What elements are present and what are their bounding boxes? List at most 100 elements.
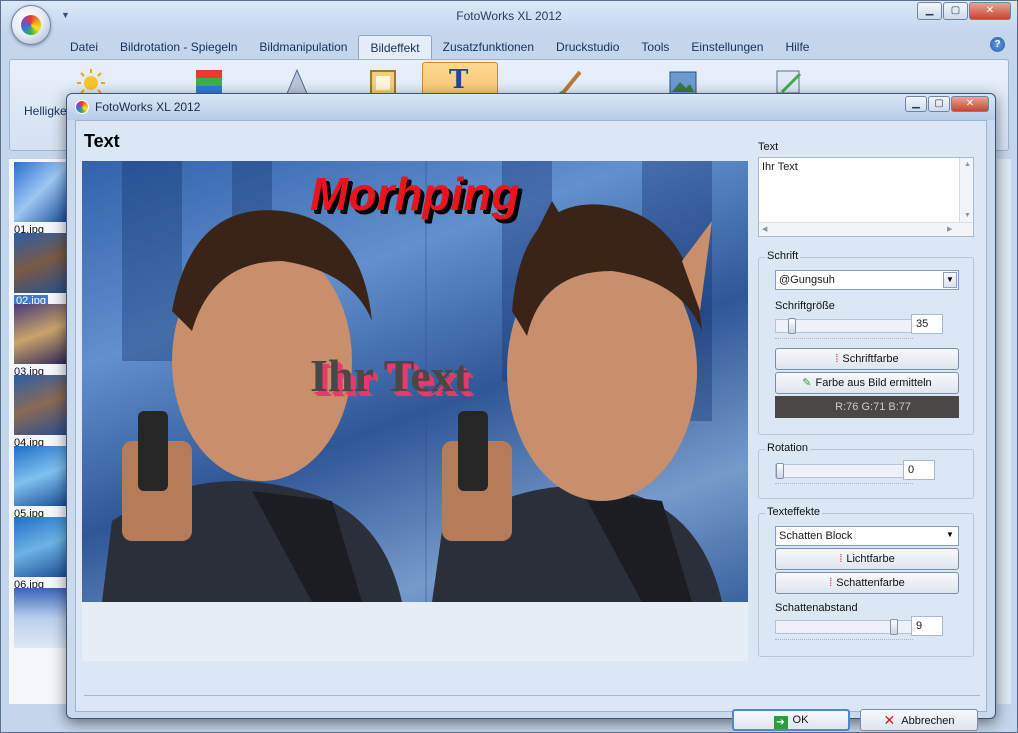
slider-ticks — [775, 483, 913, 487]
dialog-close-icon[interactable]: ✕ — [951, 96, 989, 112]
preview-overlay-text[interactable]: Ihr Text — [310, 349, 469, 402]
font-group: Schrift @Gungsuh ▼ Schriftgröße 35 ⁞ Schr… — [758, 250, 974, 435]
ribbon-brightness-label[interactable]: Helligke — [24, 104, 67, 118]
text-effects-group: Texteffekte Schatten Block ▼ ⁞ Lichtfarbe… — [758, 506, 974, 657]
dialog-body: Text Morhping Ihr Text Text Ihr Text ▲ ▼… — [75, 120, 987, 731]
thumbnail[interactable]: 01.jpg — [12, 162, 68, 236]
thumbnail[interactable]: 02.jpg — [12, 233, 68, 307]
scroll-left-icon[interactable]: ◀ — [762, 225, 767, 233]
slider-handle[interactable] — [890, 619, 898, 635]
pick-color-button-label: Farbe aus Bild ermitteln — [815, 377, 932, 389]
app-logo-icon — [21, 15, 41, 35]
dialog-separator — [84, 695, 980, 696]
shadow-distance-slider[interactable] — [775, 619, 913, 635]
cancel-x-icon: ✕ — [883, 712, 896, 728]
font-select-value: @Gungsuh — [779, 274, 835, 286]
scroll-down-icon[interactable]: ▼ — [964, 212, 971, 219]
thumbnail-image — [14, 304, 66, 364]
slider-handle[interactable] — [788, 318, 796, 334]
thumbnail[interactable]: 03.jpg — [12, 304, 68, 378]
cancel-button-label: Abbrechen — [901, 715, 955, 727]
thumbnail[interactable] — [12, 588, 68, 656]
slider-handle[interactable] — [776, 463, 784, 479]
dialog-minimize-icon[interactable]: ▁ — [905, 96, 927, 112]
ok-button[interactable]: ➔ OK — [732, 709, 850, 731]
text-scrollbar-vertical[interactable]: ▲ ▼ — [959, 158, 973, 222]
thumbnail-image — [14, 162, 66, 222]
tab-druckstudio[interactable]: Druckstudio — [545, 35, 630, 59]
thumbnail[interactable]: 06.jpg — [12, 517, 68, 591]
slider-ticks — [775, 338, 913, 342]
preview-photo: Morhping Ihr Text — [82, 161, 748, 602]
rgb-readout: R:76 G:71 B:77 — [775, 396, 959, 418]
pick-color-button[interactable]: ✎ Farbe aus Bild ermitteln — [775, 372, 959, 394]
main-window-controls: ▁ ▢ ✕ — [916, 2, 1011, 20]
light-color-button[interactable]: ⁞ Lichtfarbe — [775, 548, 959, 570]
font-color-button[interactable]: ⁞ Schriftfarbe — [775, 348, 959, 370]
preview-area: Morhping Ihr Text — [82, 161, 748, 661]
ok-button-label: OK — [792, 714, 809, 726]
rotation-group: Rotation 0 — [758, 442, 974, 499]
text-dialog: FotoWorks XL 2012 ▁ ▢ ✕ Text Morhping Ih… — [66, 93, 996, 731]
text-input-value: Ihr Text — [762, 161, 798, 173]
rotation-group-title: Rotation — [765, 442, 810, 454]
scroll-right-icon[interactable]: ▶ — [947, 225, 952, 233]
light-color-button-label: Lichtfarbe — [846, 553, 895, 565]
eyedropper-icon: ✎ — [802, 377, 812, 389]
close-icon[interactable]: ✕ — [969, 2, 1011, 20]
font-select[interactable]: @Gungsuh ▼ — [775, 270, 959, 290]
ok-arrow-icon: ➔ — [773, 716, 788, 729]
tab-bildrotation[interactable]: Bildrotation - Spiegeln — [109, 35, 248, 59]
app-menu-button[interactable] — [11, 5, 51, 45]
section-title: Text — [84, 131, 120, 151]
tab-datei[interactable]: Datei — [59, 35, 109, 59]
shadow-distance-input[interactable]: 9 — [911, 616, 943, 636]
cancel-button[interactable]: ✕ Abbrechen — [860, 709, 978, 731]
effect-select[interactable]: Schatten Block ▼ — [775, 526, 959, 546]
chevron-down-icon[interactable]: ▼ — [943, 272, 957, 288]
thumbnail-image — [14, 588, 66, 648]
thumbnail-strip: 01.jpg 02.jpg 03.jpg 04.jpg 05.jpg 06.jp… — [9, 159, 71, 704]
thumbnail[interactable]: 04.jpg — [12, 375, 68, 449]
dialog-titlebar: FotoWorks XL 2012 ▁ ▢ ✕ — [67, 94, 995, 120]
chevron-down-icon[interactable]: ▼ — [943, 528, 957, 544]
text-input[interactable]: Ihr Text ▲ ▼ ◀ ▶ — [758, 157, 974, 237]
tab-bildmanipulation[interactable]: Bildmanipulation — [248, 35, 358, 59]
main-window-title: FotoWorks XL 2012 — [456, 9, 562, 23]
thumbnail-image — [14, 375, 66, 435]
tab-einstellungen[interactable]: Einstellungen — [680, 35, 774, 59]
tab-zusatzfunktionen[interactable]: Zusatzfunktionen — [432, 35, 545, 59]
shadow-color-button[interactable]: ⁞ Schattenfarbe — [775, 572, 959, 594]
thumbnail[interactable]: 05.jpg — [12, 446, 68, 520]
main-scroll-edge — [997, 159, 1011, 704]
shadow-distance-label: Schattenabstand — [775, 602, 858, 614]
font-size-label: Schriftgröße — [775, 300, 835, 312]
font-color-button-label: Schriftfarbe — [842, 353, 899, 365]
main-titlebar: ▼ FotoWorks XL 2012 ▁ ▢ ✕ — [1, 1, 1017, 33]
text-scrollbar-horizontal[interactable]: ◀ ▶ — [759, 222, 973, 236]
font-size-slider[interactable] — [775, 318, 913, 334]
dialog-maximize-icon[interactable]: ▢ — [928, 96, 950, 112]
help-icon[interactable]: ? — [990, 37, 1005, 52]
slider-ticks — [775, 639, 913, 643]
font-group-title: Schrift — [765, 250, 801, 262]
text-label: Text — [758, 141, 779, 153]
shadow-color-button-label: Schattenfarbe — [836, 577, 905, 589]
minimize-icon[interactable]: ▁ — [917, 2, 942, 20]
tab-hilfe[interactable]: Hilfe — [774, 35, 820, 59]
palette-icon: ⁞ — [835, 353, 839, 365]
dialog-logo-icon — [75, 100, 89, 114]
palette-icon: ⁞ — [839, 553, 843, 565]
maximize-icon[interactable]: ▢ — [943, 2, 968, 20]
tab-bildeffekt[interactable]: Bildeffekt — [358, 35, 432, 59]
rotation-slider[interactable] — [775, 463, 913, 479]
text-tool-icon: T — [449, 65, 469, 95]
thumbnail-image — [14, 233, 66, 293]
palette-icon: ⁞ — [829, 577, 833, 589]
scroll-up-icon[interactable]: ▲ — [964, 161, 971, 168]
tab-tools[interactable]: Tools — [630, 35, 680, 59]
font-size-input[interactable]: 35 — [911, 314, 943, 334]
text-effects-group-title: Texteffekte — [765, 506, 822, 518]
preview-title-text: Morhping — [310, 168, 520, 220]
rotation-input[interactable]: 0 — [903, 460, 935, 480]
